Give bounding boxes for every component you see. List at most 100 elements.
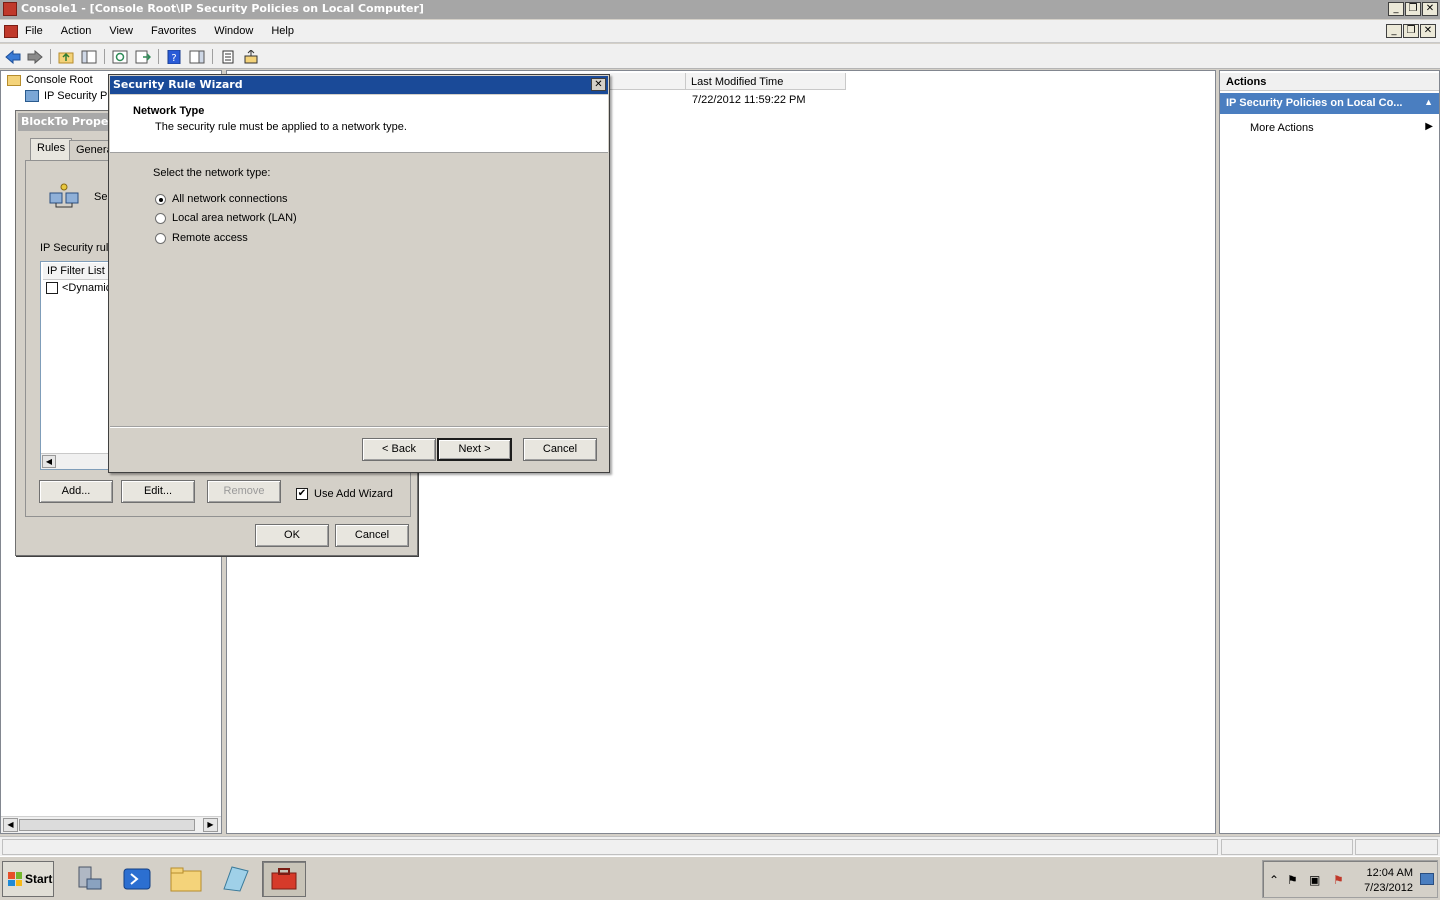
tree-item-console-root[interactable]: Console Root — [7, 74, 93, 86]
wizard-header: Network Type The security rule must be a… — [110, 95, 608, 153]
assign-icon[interactable] — [242, 48, 260, 65]
wizard-page-heading: Network Type — [133, 105, 205, 117]
scroll-thumb[interactable] — [19, 819, 195, 831]
section-description: Se — [94, 191, 108, 203]
radio-local-area-network[interactable]: Local area network (LAN) — [155, 212, 297, 224]
windows-logo-icon — [8, 872, 22, 886]
start-label: Start — [25, 872, 53, 886]
radio-remote-access[interactable]: Remote access — [155, 232, 248, 244]
minimize-button[interactable]: _ — [1388, 2, 1404, 16]
menu-action[interactable]: Action — [61, 25, 92, 37]
collapse-caret-icon[interactable]: ▲ — [1424, 97, 1433, 107]
column-header-last-modified[interactable]: Last Modified Time — [686, 73, 846, 90]
scroll-left-arrow-icon[interactable]: ◀ — [3, 818, 18, 832]
restore-button[interactable]: ❐ — [1405, 2, 1421, 16]
help-icon[interactable]: ? — [165, 48, 183, 65]
wizard-title: Security Rule Wizard — [113, 78, 243, 91]
scroll-right-arrow-icon[interactable]: ▶ — [203, 818, 218, 832]
mmc-app-icon[interactable] — [3, 2, 17, 16]
more-actions-item[interactable]: More Actions — [1250, 122, 1314, 134]
mmc-console-icon[interactable] — [262, 861, 306, 897]
status-bar — [0, 836, 1440, 856]
actions-group-label: IP Security Policies on Local Co... — [1226, 97, 1403, 109]
back-arrow-icon[interactable] — [4, 48, 22, 65]
security-rule-wizard: Security Rule Wizard ✕ Network Type The … — [108, 74, 610, 473]
folder-icon — [7, 74, 21, 86]
radio-button-icon[interactable] — [155, 193, 166, 205]
actions-group-ip-security[interactable]: IP Security Policies on Local Co... ▲ — [1220, 93, 1439, 114]
taskbar: Start ⌃ ⚑ ▣ ⚑ 12:04 AM 7/23/2012 — [0, 856, 1440, 900]
scroll-left-arrow-icon[interactable]: ◀ — [42, 455, 56, 468]
clock-date: 7/23/2012 — [1364, 882, 1413, 894]
tree-horizontal-scrollbar[interactable]: ◀ ▶ — [1, 816, 221, 833]
network-icon[interactable]: ▣ — [1309, 873, 1320, 887]
forward-arrow-icon[interactable] — [26, 48, 44, 65]
start-button[interactable]: Start — [2, 861, 54, 897]
wizard-cancel-button[interactable]: Cancel — [523, 438, 597, 461]
ip-security-rules-list[interactable]: IP Filter List <Dynamic ◀ — [40, 261, 110, 470]
show-hide-tree-icon[interactable] — [80, 48, 98, 65]
server-manager-icon[interactable] — [66, 861, 110, 897]
edit-button[interactable]: Edit... — [121, 480, 195, 503]
menu-file[interactable]: File — [25, 25, 43, 37]
system-tray: ⌃ ⚑ ▣ ⚑ 12:04 AM 7/23/2012 — [1262, 860, 1438, 898]
child-minimize-button[interactable]: _ — [1386, 24, 1402, 38]
ip-security-rules-label: IP Security rule — [40, 242, 115, 254]
explorer-folder-icon[interactable] — [164, 861, 208, 897]
next-button[interactable]: Next > — [437, 438, 512, 461]
radio-button-icon[interactable] — [155, 212, 166, 224]
child-restore-button[interactable]: ❐ — [1403, 24, 1419, 38]
action-center-flag-icon[interactable]: ⚑ — [1287, 873, 1298, 887]
radio-all-network-connections[interactable]: All network connections — [155, 193, 288, 205]
powershell-icon[interactable] — [115, 861, 159, 897]
show-desktop-icon[interactable] — [1420, 873, 1434, 885]
ip-security-icon — [25, 90, 39, 103]
wizard-close-icon[interactable]: ✕ — [591, 78, 606, 91]
show-hidden-icons-icon[interactable]: ⌃ — [1269, 873, 1279, 887]
console-icon[interactable] — [4, 25, 18, 38]
refresh-icon[interactable] — [111, 48, 129, 65]
menu-bar: File Action View Favorites Window Help _… — [0, 20, 1440, 43]
radio-label: All network connections — [172, 193, 288, 205]
menu-view[interactable]: View — [109, 25, 133, 37]
use-add-wizard-label: Use Add Wizard — [314, 488, 393, 500]
child-close-button[interactable]: ✕ — [1420, 24, 1436, 38]
list-horizontal-scrollbar[interactable]: ◀ — [41, 453, 110, 469]
notepad-icon[interactable] — [213, 861, 257, 897]
actions-header: Actions — [1220, 73, 1439, 91]
tree-label: Console Root — [26, 74, 93, 86]
back-button[interactable]: < Back — [362, 438, 436, 461]
menu-window[interactable]: Window — [214, 25, 253, 37]
radio-label: Local area network (LAN) — [172, 212, 297, 224]
radio-button-icon[interactable] — [155, 232, 166, 244]
menu-favorites[interactable]: Favorites — [151, 25, 196, 37]
properties-cancel-button[interactable]: Cancel — [335, 524, 409, 547]
last-modified-cell[interactable]: 7/22/2012 11:59:22 PM — [692, 94, 806, 106]
wizard-page-subheading: The security rule must be applied to a n… — [155, 121, 407, 133]
submenu-arrow-icon: ▶ — [1425, 121, 1433, 132]
export-list-icon[interactable] — [134, 48, 152, 65]
add-button[interactable]: Add... — [39, 480, 113, 503]
actions-pane: Actions IP Security Policies on Local Co… — [1219, 70, 1440, 834]
wizard-titlebar[interactable]: Security Rule Wizard — [110, 76, 608, 94]
list-item[interactable]: <Dynamic — [46, 282, 110, 294]
up-folder-icon[interactable] — [57, 48, 75, 65]
list-header-ip-filter-list[interactable]: IP Filter List — [43, 263, 110, 280]
tab-rules[interactable]: Rules — [30, 138, 73, 161]
status-section-main — [2, 839, 1218, 855]
show-hide-action-pane-icon[interactable] — [188, 48, 206, 65]
window-titlebar[interactable]: Console1 - [Console Root\IP Security Pol… — [0, 0, 1440, 19]
remove-button[interactable]: Remove — [207, 480, 281, 503]
checkbox-check-icon[interactable]: ✔ — [296, 488, 308, 500]
close-button[interactable]: ✕ — [1422, 2, 1438, 16]
wizard-separator — [110, 426, 608, 428]
menu-help[interactable]: Help — [271, 25, 294, 37]
use-add-wizard-checkbox[interactable]: ✔ Use Add Wizard — [296, 488, 393, 500]
security-rules-icon — [48, 181, 80, 214]
properties-icon[interactable] — [219, 48, 237, 65]
ok-button[interactable]: OK — [255, 524, 329, 547]
tree-item-ip-security[interactable]: IP Security Pr — [25, 90, 111, 103]
volume-muted-icon[interactable]: ⚑ — [1333, 873, 1344, 887]
rule-checkbox[interactable] — [46, 282, 58, 294]
clock[interactable]: 12:04 AM 7/23/2012 — [1364, 866, 1413, 896]
